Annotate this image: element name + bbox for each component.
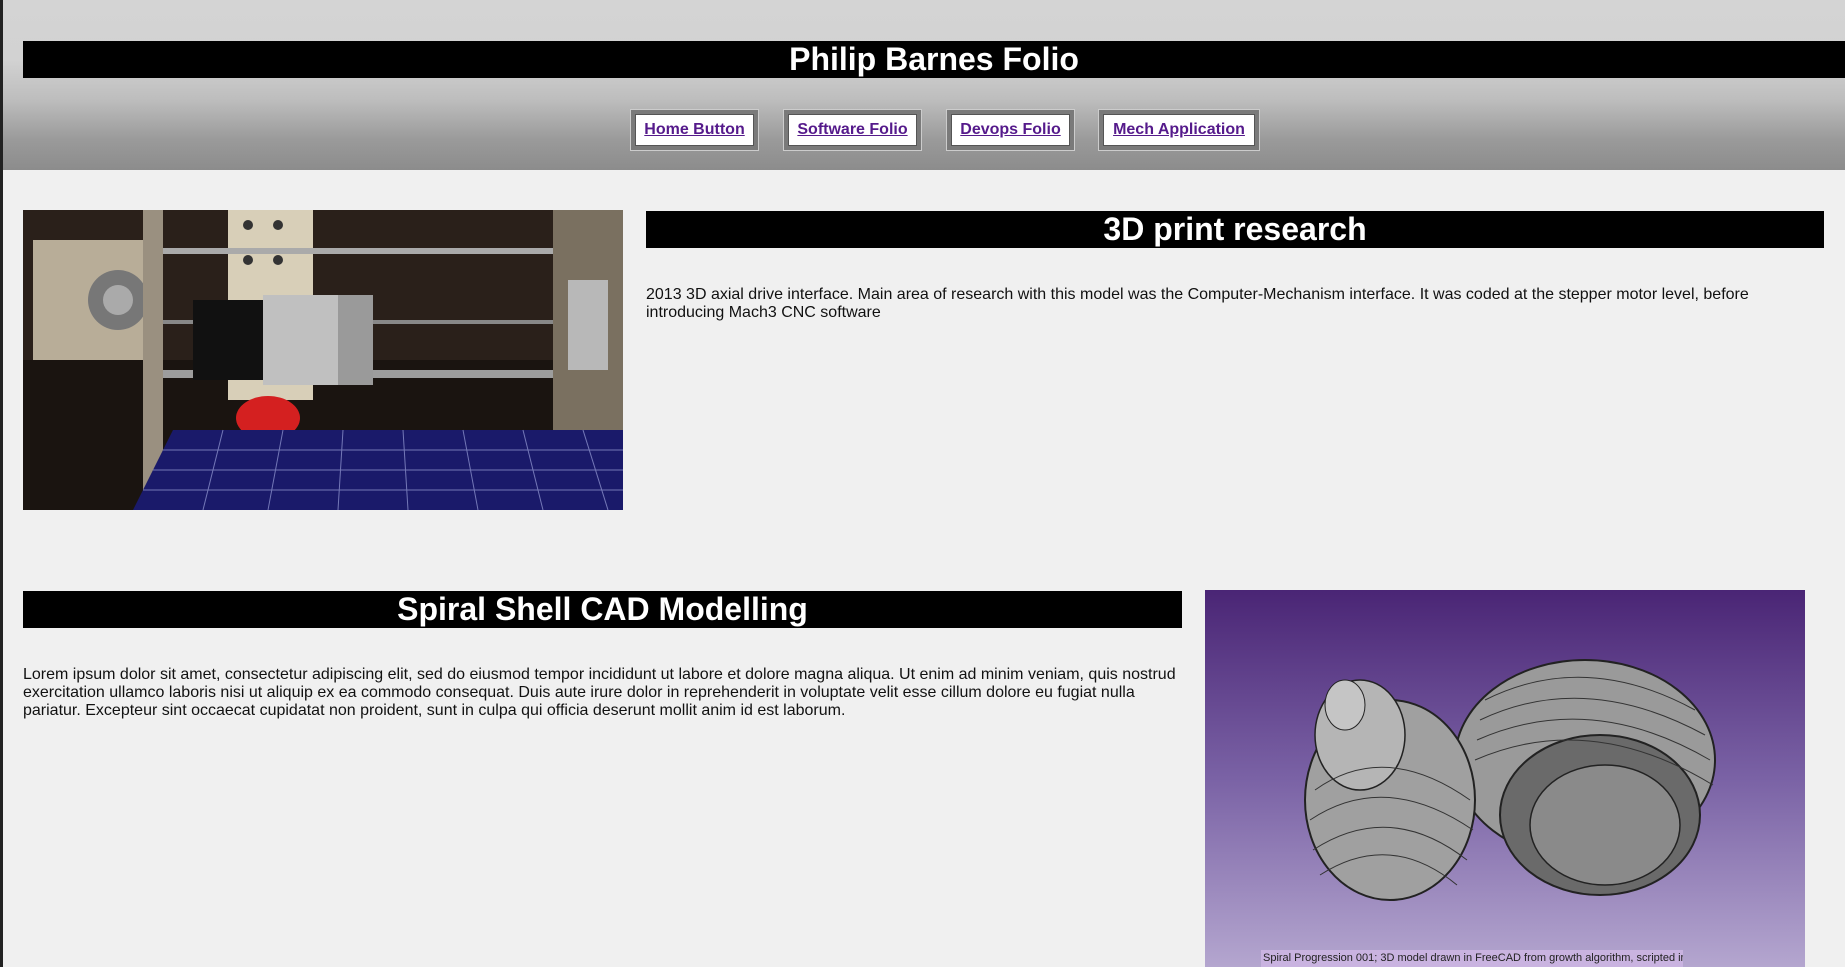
section-title-3d-print: 3D print research [646,211,1824,248]
nav-home-button[interactable]: Home Button [630,109,759,151]
nav-mech-application[interactable]: Mech Application [1098,109,1260,151]
section-text-3d-print: 2013 3D axial drive interface. Main area… [646,286,1749,321]
3d-printer-photo [23,210,623,510]
nav-devops-folio[interactable]: Devops Folio [946,109,1075,151]
section-title-spiral-shell: Spiral Shell CAD Modelling [23,591,1182,628]
page: Philip Barnes Folio Home Button Software… [0,0,1845,967]
section-text-spiral-shell: Lorem ipsum dolor sit amet, consectetur … [23,666,1176,719]
site-title: Philip Barnes Folio [23,41,1845,78]
nav-bar: Home Button Software Folio Devops Folio … [3,109,1845,151]
nav-software-folio[interactable]: Software Folio [783,109,922,151]
spiral-shell-caption: Spiral Progression 001; 3D model drawn i… [1261,950,1683,967]
site-header: Philip Barnes Folio Home Button Software… [3,0,1845,170]
spiral-shell-render [1205,590,1805,967]
